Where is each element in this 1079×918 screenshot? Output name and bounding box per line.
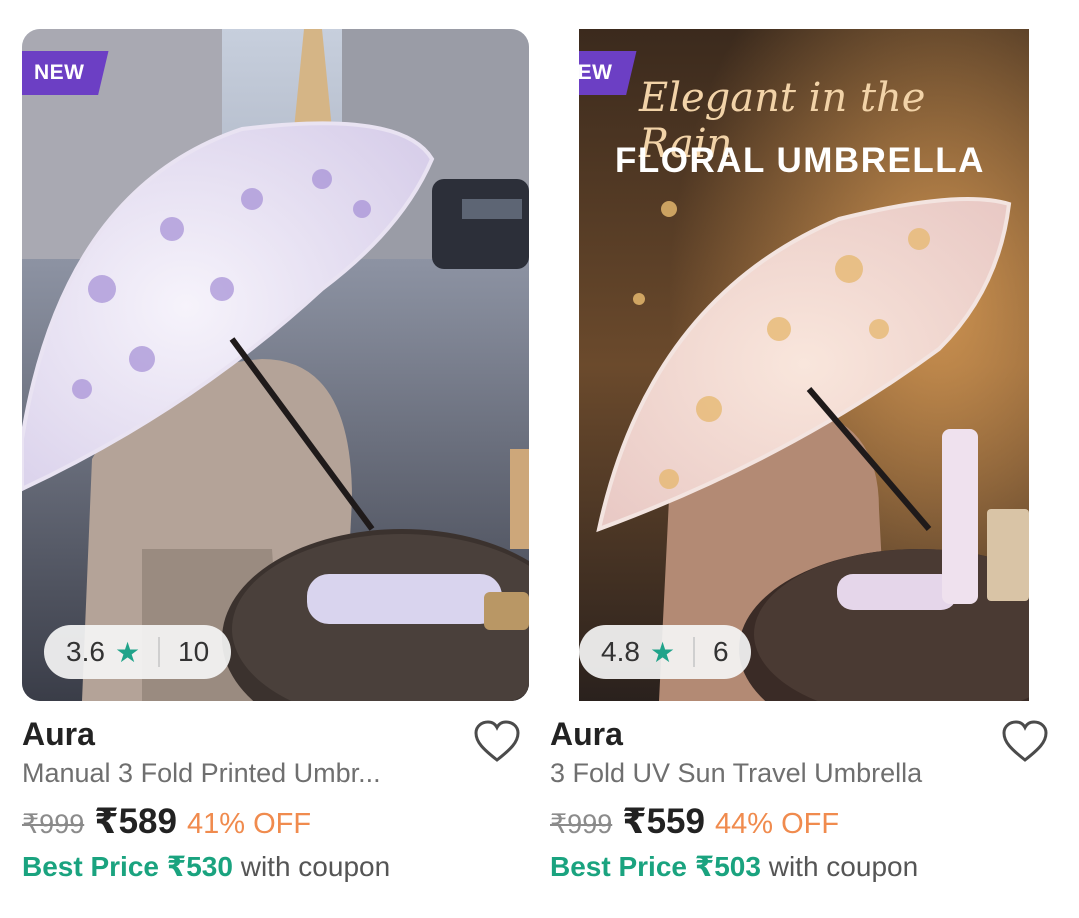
brand-name[interactable]: Aura [550,716,623,753]
product-photo-1 [22,29,529,701]
product-image-1[interactable]: NEW 3.6 ★ 10 [22,29,529,701]
product-image-2[interactable]: Elegant in the Rain FLORAL UMBRELLA NEW … [579,29,1029,701]
star-icon: ★ [649,636,676,668]
rating-pill: 4.8 ★ 6 [579,625,751,679]
price-row: ₹999 ₹589 41% OFF [22,802,311,842]
heart-outline-icon[interactable] [1001,719,1049,763]
rating-divider [693,637,696,667]
coupon-suffix: with coupon [760,851,919,882]
star-icon: ★ [114,636,141,668]
new-badge: NEW [22,51,109,95]
heart-outline-icon[interactable] [473,719,521,763]
rating-count: 10 [178,636,210,667]
product-card-2[interactable]: Elegant in the Rain FLORAL UMBRELLA NEW … [550,0,1060,918]
rating-value: 4.8 [601,636,640,667]
discount: 44% OFF [714,808,840,840]
product-title[interactable]: 3 Fold UV Sun Travel Umbrella [550,758,922,789]
coupon-row: Best Price ₹503 with coupon [550,850,918,883]
product-title[interactable]: Manual 3 Fold Printed Umbr... [22,758,381,789]
mrp: ₹999 [550,809,613,839]
coupon-row: Best Price ₹530 with coupon [22,850,390,883]
mrp: ₹999 [22,809,85,839]
price: ₹559 [622,802,705,841]
product-card-1[interactable]: NEW 3.6 ★ 10 Aura Manual 3 Fold Printed … [22,0,532,918]
overlay-title-text: FLORAL UMBRELLA [615,141,985,180]
discount: 41% OFF [186,808,312,840]
price: ₹589 [94,802,177,841]
coupon-suffix: with coupon [232,851,391,882]
rating-pill: 3.6 ★ 10 [44,625,232,679]
best-price: Best Price ₹530 [22,851,233,882]
best-price: Best Price ₹503 [550,851,761,882]
price-row: ₹999 ₹559 44% OFF [550,802,839,842]
rating-divider [158,637,161,667]
rating-count: 6 [713,636,729,667]
rating-value: 3.6 [66,636,105,667]
brand-name[interactable]: Aura [22,716,95,753]
